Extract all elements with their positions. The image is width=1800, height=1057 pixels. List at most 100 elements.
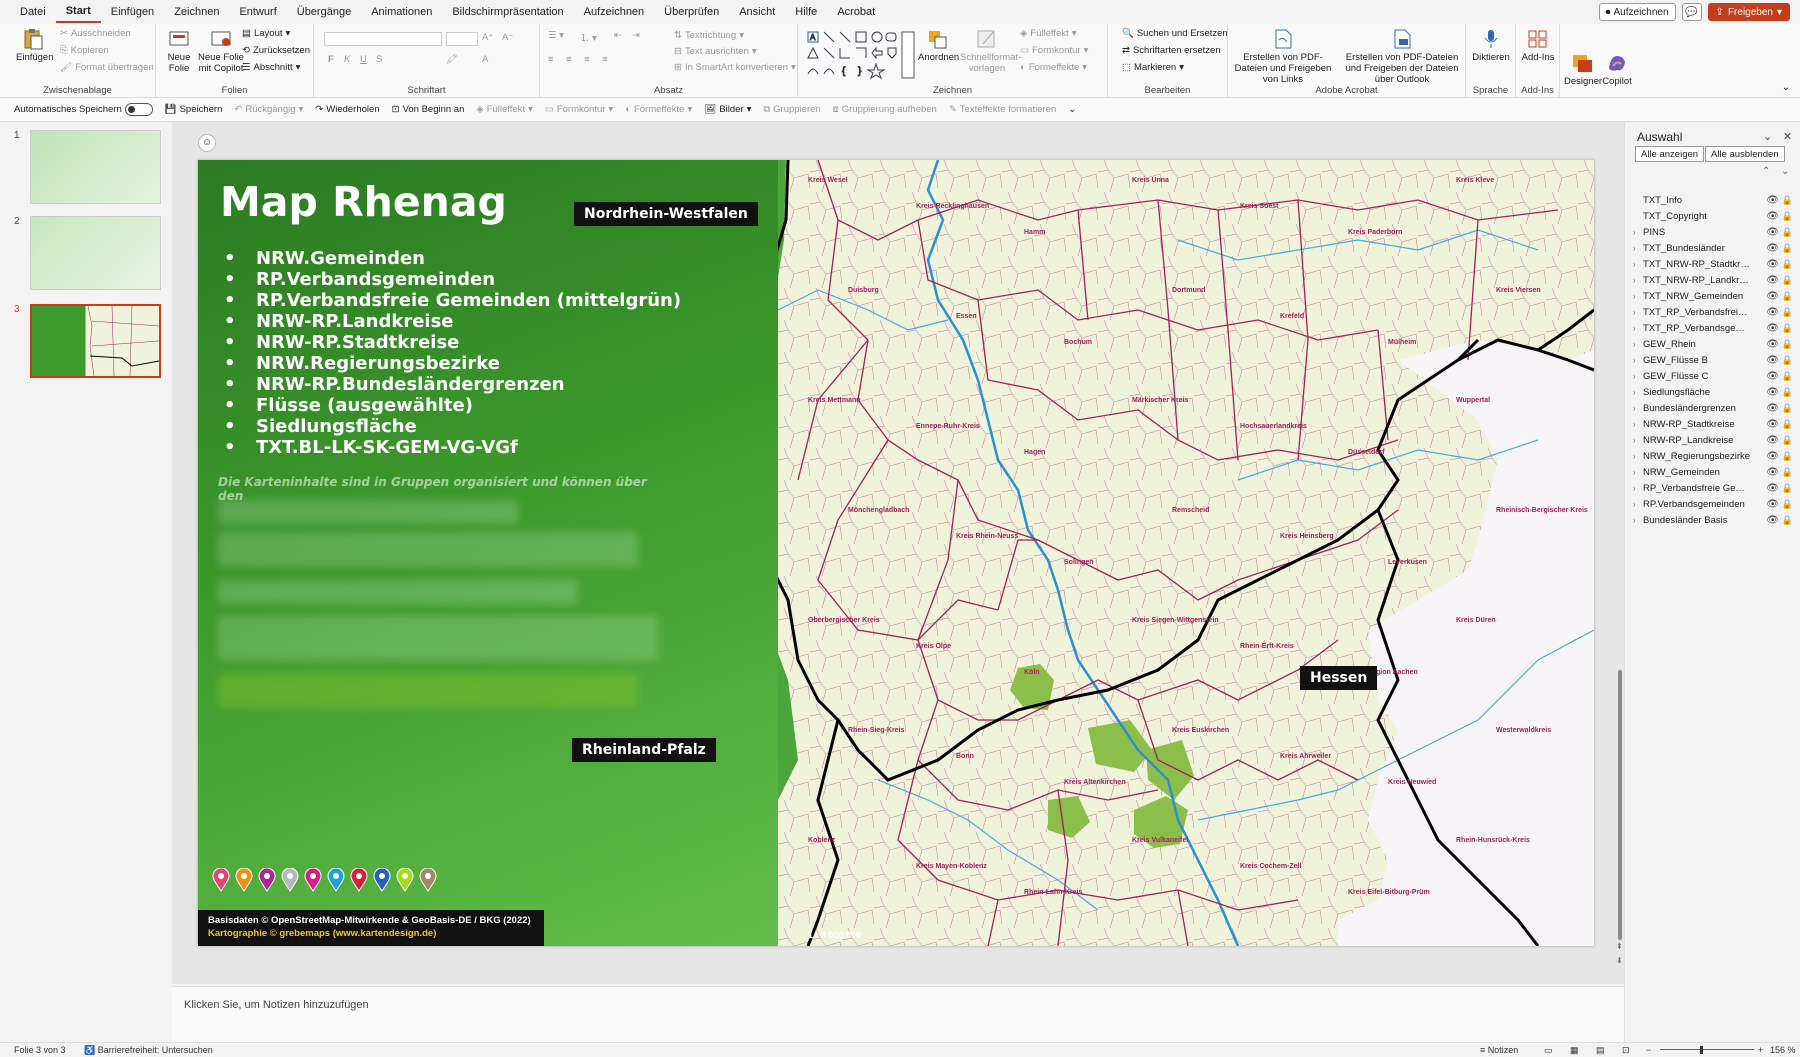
indent-decrease-icon[interactable]: ⇤: [614, 30, 622, 41]
lock-icon[interactable]: 🔒: [1782, 323, 1793, 334]
map-pin-icon[interactable]: [235, 868, 253, 892]
menu-item[interactable]: Start: [55, 1, 101, 23]
ribbon-collapse-icon[interactable]: ⌄: [1782, 82, 1790, 93]
slide-thumbnail-2[interactable]: [30, 216, 161, 290]
qa-outline-button[interactable]: ▭ Formkontur ▾: [545, 104, 613, 115]
eye-icon[interactable]: 👁: [1766, 483, 1779, 494]
menu-item[interactable]: Überprüfen: [654, 0, 729, 24]
lock-icon[interactable]: 🔒: [1782, 355, 1793, 366]
undo-button[interactable]: ↶ Rückgängig ▾: [234, 104, 303, 115]
grow-font-button[interactable]: A⁺: [482, 32, 493, 43]
reset-button[interactable]: ⟲ Zurücksetzen: [242, 45, 310, 56]
notes-toggle[interactable]: ≡ Notizen: [1480, 1045, 1518, 1055]
layer-row[interactable]: › TXT_NRW_Gemeinden 👁 🔒: [1633, 288, 1797, 304]
menu-item[interactable]: Ansicht: [729, 0, 785, 24]
state-label-rp[interactable]: Rheinland-Pfalz: [572, 738, 716, 762]
indent-increase-icon[interactable]: ⇥: [632, 30, 640, 41]
map-pin-icon[interactable]: [212, 868, 230, 892]
save-button[interactable]: 💾 Speichern: [165, 104, 223, 115]
eye-icon[interactable]: 👁: [1766, 403, 1779, 414]
lock-icon[interactable]: 🔒: [1782, 259, 1793, 270]
eye-icon[interactable]: 👁: [1766, 435, 1779, 446]
justify-icon[interactable]: ≡: [602, 54, 608, 65]
hide-all-button[interactable]: Alle ausblenden: [1705, 146, 1785, 162]
close-icon[interactable]: ✕: [1783, 130, 1792, 143]
designer-button[interactable]: Designer: [1564, 52, 1602, 87]
shape-effects-button[interactable]: ◐ Formeffekte ▾: [1020, 62, 1087, 73]
slide-sorter-icon[interactable]: ▦: [1570, 1045, 1579, 1056]
text-direction-button[interactable]: ⇅ Textrichtung ▾: [674, 30, 744, 41]
layer-row[interactable]: › NRW_Regierungsbezirke 👁 🔒: [1633, 448, 1797, 464]
eye-icon[interactable]: 👁: [1766, 451, 1779, 462]
pin-markers[interactable]: [212, 868, 437, 892]
italic-button[interactable]: K: [344, 54, 350, 65]
layer-row[interactable]: › NRW-RP_Stadtkreise 👁 🔒: [1633, 416, 1797, 432]
chevron-down-icon[interactable]: ⌄: [1763, 130, 1772, 143]
chevron-right-icon[interactable]: ›: [1633, 340, 1643, 349]
eye-icon[interactable]: 👁: [1766, 243, 1779, 254]
pictures-button[interactable]: 🖼 Bilder ▾: [704, 104, 751, 115]
zoom-slider[interactable]: [1660, 1049, 1754, 1050]
menu-item[interactable]: Aufzeichnen: [574, 0, 655, 24]
lock-icon[interactable]: 🔒: [1782, 307, 1793, 318]
eye-icon[interactable]: 👁: [1766, 307, 1779, 318]
menu-item[interactable]: Übergänge: [287, 0, 361, 24]
scroll-thumb[interactable]: [1618, 670, 1622, 940]
slide-thumbnail-1[interactable]: [30, 130, 161, 204]
layer-row[interactable]: › GEW_Flüsse C 👁 🔒: [1633, 368, 1797, 384]
font-size-select[interactable]: [446, 32, 478, 46]
eye-icon[interactable]: 👁: [1766, 371, 1779, 382]
pdf-share-link-button[interactable]: Erstellen von PDF-Dateien und Freigeben …: [1228, 28, 1338, 85]
eye-icon[interactable]: 👁: [1766, 467, 1779, 478]
zoom-out-icon[interactable]: −: [1646, 1045, 1651, 1055]
find-replace-button[interactable]: 🔍 Suchen und Ersetzen: [1122, 28, 1228, 39]
layer-row[interactable]: › Bundesländergrenzen 👁 🔒: [1633, 400, 1797, 416]
chevron-right-icon[interactable]: ›: [1633, 500, 1643, 509]
layer-row[interactable]: ›TXT_RP_Verbandsfreie Ge... 👁🔒: [1633, 304, 1797, 320]
prev-slide-icon[interactable]: ⇞: [1616, 942, 1623, 951]
highlight-icon[interactable]: 🖍: [446, 54, 458, 65]
share-button[interactable]: ⇪ Freigeben ▾: [1707, 3, 1790, 21]
eye-icon[interactable]: 👁: [1766, 211, 1779, 222]
text-effects-button[interactable]: ✎ Texteffekte formatieren: [949, 104, 1056, 115]
align-center-icon[interactable]: ≡: [566, 54, 572, 65]
eye-icon[interactable]: 👁: [1766, 291, 1779, 302]
chevron-right-icon[interactable]: ›: [1633, 436, 1643, 445]
lock-icon[interactable]: 🔒: [1782, 403, 1793, 414]
next-slide-icon[interactable]: ⇟: [1616, 956, 1623, 965]
comments-button[interactable]: 💬: [1681, 3, 1702, 21]
eye-icon[interactable]: 👁: [1766, 227, 1779, 238]
select-button[interactable]: ⬚ Markieren ▾: [1122, 62, 1184, 73]
new-slide-copilot-button[interactable]: Neue Folie mit Copilot: [198, 28, 244, 74]
dictate-button[interactable]: Diktieren: [1470, 28, 1512, 63]
lock-icon[interactable]: 🔒: [1782, 451, 1793, 462]
map-image[interactable]: Kreis Wesel Kreis Recklinghausen Hamm Kreis…: [778, 160, 1594, 946]
chevron-right-icon[interactable]: ›: [1633, 276, 1643, 285]
strike-button[interactable]: S: [376, 54, 382, 65]
record-button[interactable]: ⏺ Aufzeichnen: [1598, 3, 1676, 21]
show-all-button[interactable]: Alle anzeigen: [1635, 146, 1705, 162]
addins-button[interactable]: Add-Ins: [1520, 28, 1556, 63]
map-pin-icon[interactable]: [258, 868, 276, 892]
ungroup-button[interactable]: ⧈ Gruppierung aufheben: [833, 104, 937, 115]
copy-button[interactable]: ⎘ Kopieren: [60, 45, 109, 56]
lock-icon[interactable]: 🔒: [1782, 195, 1793, 206]
layer-row[interactable]: › Siedlungsfläche 👁 🔒: [1633, 384, 1797, 400]
layer-row[interactable]: › NRW_Gemeinden 👁 🔒: [1633, 464, 1797, 480]
layer-row[interactable]: ›RP_Verbandsfreie Gemein... 👁🔒: [1633, 480, 1797, 496]
chevron-right-icon[interactable]: ›: [1633, 516, 1643, 525]
layer-row[interactable]: › GEW_Rhein 👁 🔒: [1633, 336, 1797, 352]
chevron-right-icon[interactable]: ›: [1633, 308, 1643, 317]
section-button[interactable]: ☰ Abschnitt ▾: [242, 62, 300, 73]
format-painter-button[interactable]: 🖌 Format übertragen: [60, 62, 154, 73]
eye-icon[interactable]: 👁: [1766, 419, 1779, 430]
copilot-button[interactable]: Copilot: [1598, 52, 1636, 87]
layer-row[interactable]: › PINS 👁 🔒: [1633, 224, 1797, 240]
menu-item[interactable]: Animationen: [361, 0, 442, 24]
cut-button[interactable]: ✂ Ausschneiden: [60, 28, 131, 39]
layer-row[interactable]: TXT_Info 👁 🔒: [1633, 192, 1797, 208]
lock-icon[interactable]: 🔒: [1782, 419, 1793, 430]
map-pin-icon[interactable]: [373, 868, 391, 892]
layer-row[interactable]: TXT_Copyright 👁 🔒: [1633, 208, 1797, 224]
lock-icon[interactable]: 🔒: [1782, 435, 1793, 446]
